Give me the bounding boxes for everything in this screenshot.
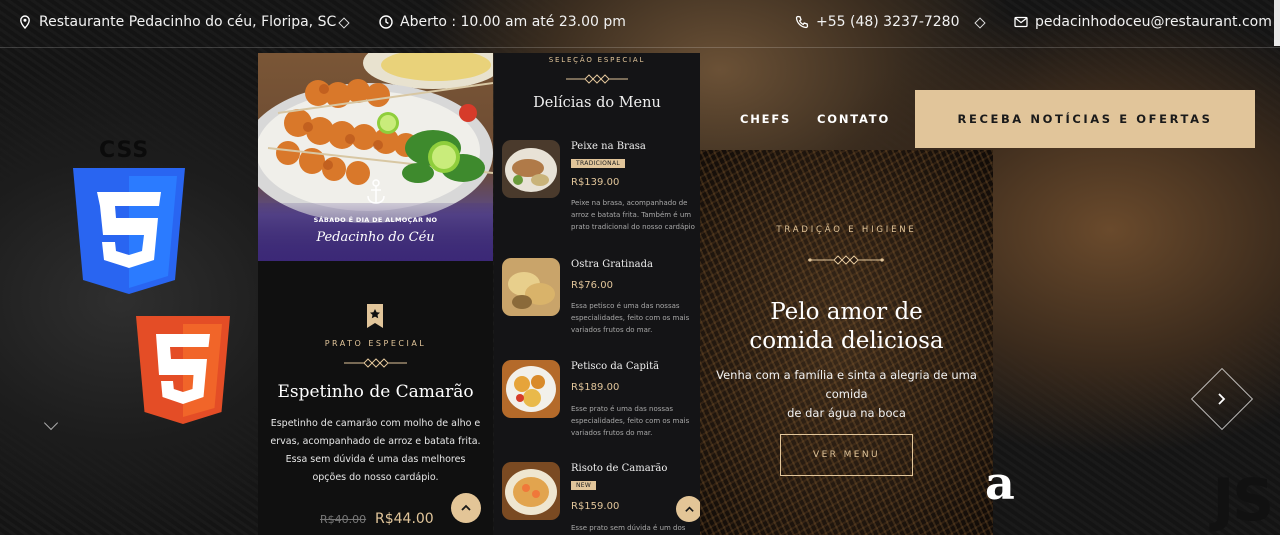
nav-link-chefs[interactable]: CHEFS (740, 112, 791, 126)
feature-subtitle: PRATO ESPECIAL (324, 339, 427, 348)
hours-info: Aberto : 10.00 am até 23.00 pm (379, 14, 626, 30)
menu-item-description: Esse prato sem dúvida é um dos (571, 522, 701, 534)
email-info[interactable]: pedacinhodoceu@restaurant.com (1014, 14, 1272, 30)
description-line: prato tradicional do nosso cardápio (571, 223, 695, 231)
location-pin-icon (20, 15, 30, 29)
menu-item-name: Peixe na Brasa (571, 141, 646, 152)
hero-title-line: comida deliciosa (749, 328, 944, 354)
css-label: CSS (99, 138, 150, 163)
menu-item-tag: NEW (571, 481, 597, 490)
menu-item-price: R$159.00 (571, 501, 620, 512)
banner-script-text: Pedacinho do Céu (316, 230, 435, 245)
description-line: Essa petisco é uma das nossas (571, 302, 680, 310)
shrimp-risotto-thumbnail (502, 462, 560, 520)
hours-text: Aberto : 10.00 am até 23.00 pm (400, 14, 626, 30)
fish-dish-thumbnail (502, 140, 560, 198)
menu-item-description: Essa petisco é uma das nossas especialid… (571, 300, 701, 336)
oyster-dish-thumbnail (502, 258, 560, 316)
phone-icon (795, 15, 809, 29)
description-line: especialidades, feito com os mais (571, 314, 690, 322)
banner-text: SÁBADO É DIA DE ALMOÇAR NO (313, 216, 438, 224)
menu-item-name: Ostra Gratinada (571, 259, 653, 270)
feature-description: Espetinho de camarão com molho de alho e… (270, 418, 481, 483)
view-menu-button[interactable]: VER MENU (780, 434, 913, 476)
mail-icon (1014, 16, 1028, 28)
menu-item[interactable]: Ostra Gratinada R$76.00 Essa petisco é u… (502, 258, 700, 348)
hero-description-line: de dar água na boca (787, 406, 906, 420)
menu-subtitle: SELEÇÃO ESPECIAL (548, 56, 646, 64)
menu-item-name: Petisco da Capitã (571, 361, 660, 372)
description-line: especialidades, feito com os mais (571, 417, 690, 425)
menu-item-price: R$76.00 (571, 280, 613, 291)
hero-title-line: Pelo amor de (770, 299, 923, 325)
hero-description-line: Venha com a família e sinta a alegria de… (716, 368, 977, 401)
menu-title: Delícias do Menu (533, 95, 661, 111)
menu-item-description: Esse prato é uma das nossas especialidad… (571, 403, 701, 439)
scroll-to-top-button[interactable] (451, 493, 481, 523)
hero-subtitle: TRADIÇÃO E HIGIENE (776, 225, 917, 235)
newsletter-cta-button[interactable]: RECEBA NOTÍCIAS E OFERTAS (915, 90, 1255, 148)
address-text: Restaurante Pedacinho do céu, Floripa, S… (39, 14, 337, 30)
separator-diamond-icon (974, 17, 986, 29)
ornament-divider-icon (344, 358, 407, 368)
hero-description: Venha com a família e sinta a alegria de… (700, 366, 993, 423)
bookmark-star-icon (367, 304, 383, 328)
html5-logo-icon (136, 316, 230, 424)
partial-heading-text: a (985, 456, 1015, 510)
description-line: variados frutos do mar. (571, 326, 653, 334)
scroll-to-top-button[interactable] (676, 496, 702, 522)
phone-info[interactable]: +55 (48) 3237-7280 (795, 14, 960, 30)
hero-title: Pelo amor de comida deliciosa (700, 298, 993, 356)
menu-item[interactable]: Petisco da Capitã R$189.00 Esse prato é … (502, 360, 700, 450)
menu-item[interactable]: Risoto de Camarão NEW R$159.00 Esse prat… (502, 462, 700, 535)
address-info: Restaurante Pedacinho do céu, Floripa, S… (18, 14, 336, 30)
menu-item-price: R$139.00 (571, 177, 620, 188)
featured-dish-card: SÁBADO É DIA DE ALMOÇAR NO Pedacinho do … (258, 53, 493, 535)
phone-text[interactable]: +55 (48) 3237-7280 (816, 14, 960, 30)
nav-link-contato[interactable]: CONTATO (817, 112, 890, 126)
chevron-up-icon (461, 504, 471, 511)
description-line: Peixe na brasa, acompanhado de (571, 199, 688, 207)
menu-list-panel: SELEÇÃO ESPECIAL Delícias do Menu Peixe … (494, 53, 702, 535)
description-line: arroz e batata frita. Também é um (571, 211, 692, 219)
anchor-icon (367, 179, 385, 204)
ornament-divider-icon (808, 255, 884, 265)
separator-diamond-icon (338, 17, 350, 29)
seafood-platter-thumbnail (502, 360, 560, 418)
hero-slide: TRADIÇÃO E HIGIENE Pelo amor de comida d… (700, 150, 993, 535)
description-line: Esse prato sem dúvida é um dos (571, 524, 686, 532)
email-text[interactable]: pedacinhodoceu@restaurant.com (1035, 14, 1272, 30)
menu-item[interactable]: Peixe na Brasa TRADICIONAL R$139.00 Peix… (502, 140, 700, 240)
chevron-up-icon (684, 505, 694, 512)
js-label: JS (1212, 466, 1274, 534)
current-price: R$44.00 (375, 511, 434, 527)
old-price: R$40.00 (320, 513, 367, 526)
clock-icon (379, 15, 393, 29)
description-line: variados frutos do mar. (571, 429, 653, 437)
description-line: Esse prato é uma das nossas (571, 405, 673, 413)
menu-item-price: R$189.00 (571, 382, 620, 393)
top-info-bar: Restaurante Pedacinho do céu, Floripa, S… (0, 0, 1280, 48)
menu-item-name: Risoto de Camarão (571, 463, 668, 474)
scrollbar-edge (1274, 0, 1280, 46)
chevron-right-icon (1218, 393, 1226, 405)
ornament-divider-icon (566, 74, 628, 84)
css3-logo-icon (73, 168, 185, 294)
menu-item-tag: TRADICIONAL (571, 159, 626, 168)
menu-item-description: Peixe na brasa, acompanhado de arroz e b… (571, 197, 701, 233)
feature-title: Espetinho de Camarão (277, 382, 474, 402)
